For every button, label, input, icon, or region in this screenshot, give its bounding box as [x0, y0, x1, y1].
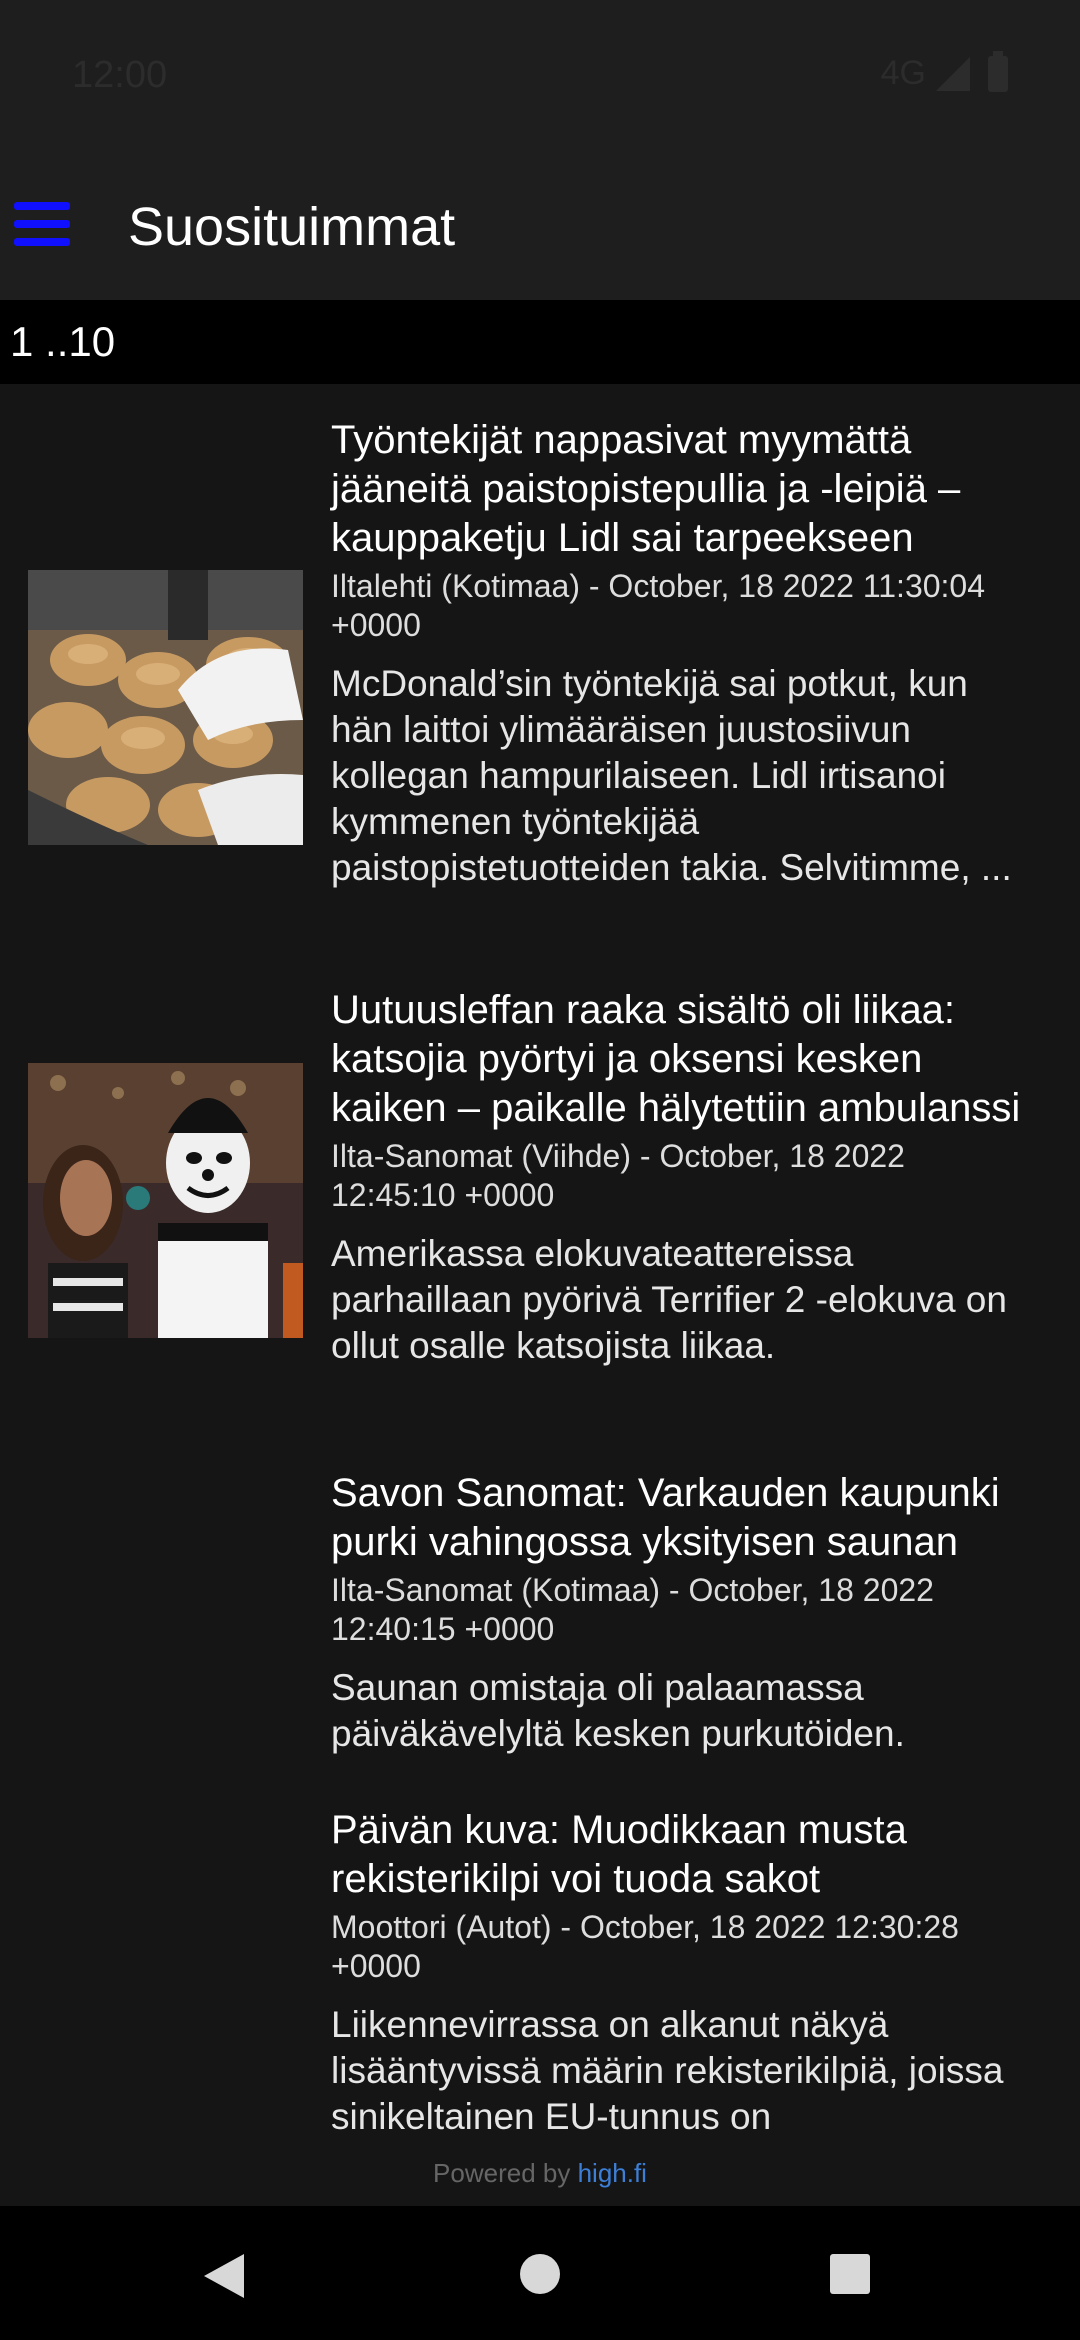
article-headline[interactable]: Työntekijät nappasivat myymättä jääneitä… [331, 416, 1031, 563]
article-item[interactable]: Savon Sanomat: Varkauden kaupunki purki … [0, 1469, 1080, 1769]
signal-icon [936, 56, 970, 91]
article-source: Ilta-Sanomat (Kotimaa) - October, 18 202… [331, 1572, 934, 1647]
article-summary: Amerikassa elokuvateattereissa parhailla… [331, 1233, 1007, 1366]
clown-and-woman-photo [28, 1063, 303, 1338]
network-type: 4G [880, 54, 926, 92]
article-source: Ilta-Sanomat (Viihde) - October, 18 2022… [331, 1138, 905, 1213]
app-bar: Suosituimmat [0, 150, 1080, 300]
article-summary: McDonald’sin työntekijä sai potkut, kun … [331, 663, 1012, 888]
powered-brand-link[interactable]: high.fi [578, 2158, 647, 2188]
recents-square-icon[interactable] [830, 2254, 870, 2294]
article-source: Moottori (Autot) - October, 18 2022 12:3… [331, 1909, 959, 1984]
powered-by: Powered by high.fi [0, 2158, 1080, 2189]
article-item[interactable]: Päivän kuva: Muodikkaan musta rekisterik… [0, 1806, 1080, 2206]
article-item[interactable]: Työntekijät nappasivat myymättä jääneitä… [0, 416, 1080, 956]
article-feed[interactable]: Työntekijät nappasivat myymättä jääneitä… [0, 384, 1080, 2206]
article-thumbnail[interactable] [28, 570, 303, 845]
range-label: 1 ..10 [10, 318, 116, 365]
article-headline[interactable]: Savon Sanomat: Varkauden kaupunki purki … [331, 1469, 1031, 1567]
home-circle-icon[interactable] [520, 2254, 560, 2294]
article-summary: Saunan omistaja oli palaamassa päiväkäve… [331, 1667, 905, 1754]
status-bar: 12:00 4G [0, 0, 1080, 150]
article-source: Iltalehti (Kotimaa) - October, 18 2022 1… [331, 568, 986, 643]
battery-icon [988, 50, 1008, 92]
article-text: Työntekijät nappasivat myymättä jääneitä… [331, 416, 1031, 891]
system-nav-bar [0, 2206, 1080, 2340]
powered-prefix: Powered by [433, 2158, 571, 2188]
article-text: Päivän kuva: Muodikkaan musta rekisterik… [331, 1806, 1031, 2140]
bread-buns-photo [28, 570, 303, 845]
article-headline[interactable]: Päivän kuva: Muodikkaan musta rekisterik… [331, 1806, 1031, 1904]
article-summary: Liikennevirrassa on alkanut näkyä lisään… [331, 2004, 1004, 2137]
article-item[interactable]: Uutuusleffan raaka sisältö oli liikaa: k… [0, 986, 1080, 1426]
range-bar: 1 ..10 [0, 300, 1080, 384]
article-text: Savon Sanomat: Varkauden kaupunki purki … [331, 1469, 1031, 1757]
status-icons: 4G [880, 50, 1008, 93]
page-title: Suosituimmat [128, 197, 456, 257]
hamburger-menu-icon[interactable] [14, 202, 70, 246]
article-thumbnail[interactable] [28, 1063, 303, 1338]
back-triangle-icon[interactable] [204, 2254, 244, 2298]
article-text: Uutuusleffan raaka sisältö oli liikaa: k… [331, 986, 1031, 1369]
status-time: 12:00 [72, 54, 168, 96]
article-headline[interactable]: Uutuusleffan raaka sisältö oli liikaa: k… [331, 986, 1031, 1133]
